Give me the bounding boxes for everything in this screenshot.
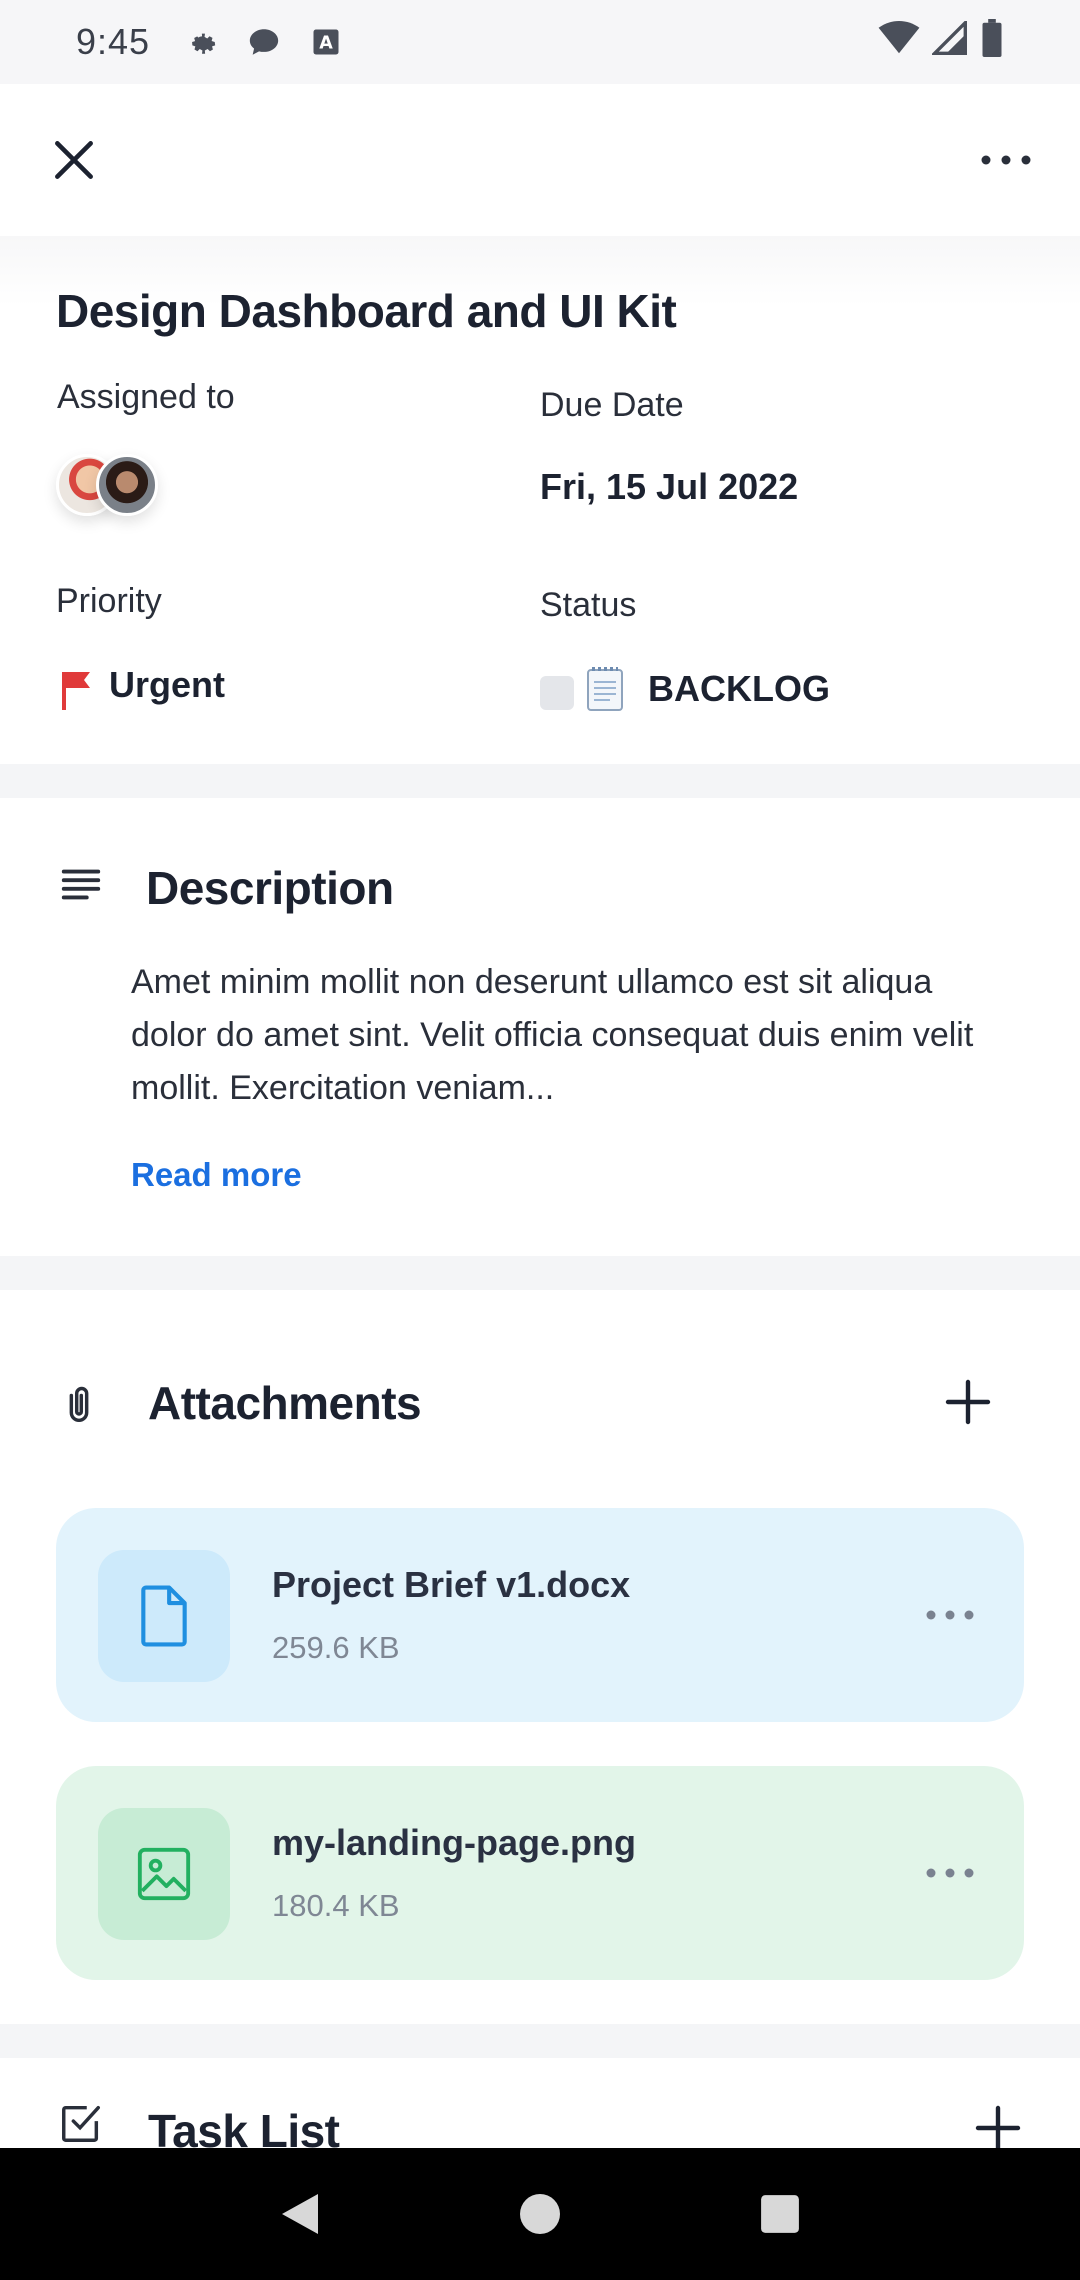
recents-button[interactable] xyxy=(750,2184,810,2244)
file-name: Project Brief v1.docx xyxy=(272,1564,631,1605)
file-name: my-landing-page.png xyxy=(272,1822,636,1863)
recents-square-icon xyxy=(761,2195,799,2233)
battery-icon xyxy=(980,18,1004,66)
file-options-button[interactable] xyxy=(920,1848,980,1898)
due-date-value[interactable]: Fri, 15 Jul 2022 xyxy=(540,466,798,508)
priority-value[interactable]: Urgent xyxy=(109,664,225,706)
assigned-label: Assigned to xyxy=(57,378,235,416)
status-value[interactable]: BACKLOG xyxy=(648,668,830,710)
document-icon xyxy=(141,1585,187,1647)
status-label: Status xyxy=(540,586,637,624)
description-title: Description xyxy=(146,862,394,914)
home-circle-icon xyxy=(520,2194,560,2234)
svg-text:A: A xyxy=(319,33,333,53)
file-size: 259.6 KB xyxy=(272,1630,400,1665)
status-time: 9:45 xyxy=(76,21,151,62)
system-nav-bar xyxy=(0,2148,1080,2280)
more-options-button[interactable] xyxy=(976,130,1036,190)
paperclip-icon xyxy=(69,1386,89,1422)
settings-icon xyxy=(182,22,222,62)
signal-icon xyxy=(930,18,968,64)
description-section: Description Amet minim mollit non deseru… xyxy=(0,798,1080,1256)
image-icon xyxy=(137,1847,191,1901)
status-color-swatch xyxy=(540,676,574,710)
avatar[interactable] xyxy=(96,454,158,516)
back-triangle-icon xyxy=(282,2194,318,2234)
close-icon xyxy=(55,141,93,179)
keyboard-a-icon: A xyxy=(306,22,346,62)
back-button[interactable] xyxy=(270,2184,330,2244)
home-button[interactable] xyxy=(510,2184,570,2244)
task-title: Design Dashboard and UI Kit xyxy=(56,285,677,337)
task-list-section: Task List xyxy=(0,2058,1080,2148)
task-details-card: Design Dashboard and UI Kit Assigned to … xyxy=(0,236,1080,764)
app-bar xyxy=(0,84,1080,236)
chat-icon xyxy=(244,22,284,62)
plus-icon xyxy=(945,1379,991,1425)
file-options-button[interactable] xyxy=(920,1590,980,1640)
file-icon-container xyxy=(98,1808,230,1940)
priority-label: Priority xyxy=(56,582,162,620)
add-task-button[interactable] xyxy=(970,2100,1026,2148)
more-horizontal-icon xyxy=(926,1868,974,1878)
notepad-icon xyxy=(587,667,623,711)
flag-icon xyxy=(62,672,90,710)
plus-icon xyxy=(975,2105,1021,2148)
read-more-link[interactable]: Read more xyxy=(131,1156,302,1194)
task-list-title: Task List xyxy=(148,2105,340,2148)
file-icon-container xyxy=(98,1550,230,1682)
attachments-title: Attachments xyxy=(148,1377,422,1429)
checkbox-icon xyxy=(62,2105,100,2142)
description-text: Amet minim mollit non deserunt ullamco e… xyxy=(131,963,974,1107)
add-attachment-button[interactable] xyxy=(940,1374,996,1430)
attachment-item[interactable]: my-landing-page.png 180.4 KB xyxy=(56,1766,1024,1980)
attachments-section: Attachments Project Brief v1.docx 259.6 … xyxy=(0,1290,1080,2024)
due-date-label: Due Date xyxy=(540,386,684,424)
file-size: 180.4 KB xyxy=(272,1888,400,1923)
close-button[interactable] xyxy=(44,130,104,190)
assignee-avatars[interactable] xyxy=(56,454,176,520)
status-bar: 9:45 A xyxy=(0,0,1080,84)
text-align-icon xyxy=(61,869,101,900)
more-horizontal-icon xyxy=(981,155,1031,165)
attachment-item[interactable]: Project Brief v1.docx 259.6 KB xyxy=(56,1508,1024,1722)
more-horizontal-icon xyxy=(926,1610,974,1620)
wifi-icon xyxy=(878,20,920,64)
